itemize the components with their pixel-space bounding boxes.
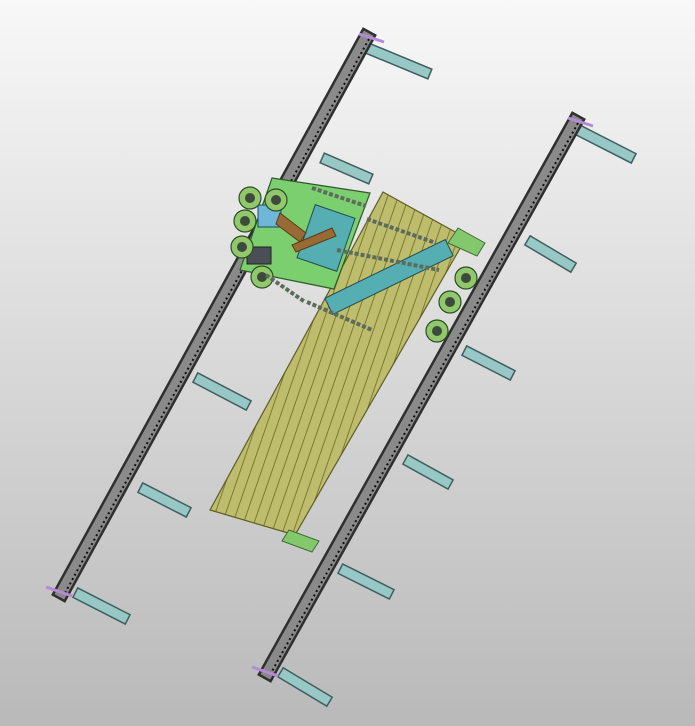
cad-viewport: [0, 0, 695, 726]
roller-hub: [461, 273, 471, 283]
machine-model-diagram: [0, 0, 695, 726]
roller-hub: [240, 216, 250, 226]
roller-hub: [245, 193, 255, 203]
roller-hub: [271, 195, 281, 205]
roller-hub: [432, 326, 442, 336]
roller-hub: [445, 297, 455, 307]
roller-hub: [237, 242, 247, 252]
